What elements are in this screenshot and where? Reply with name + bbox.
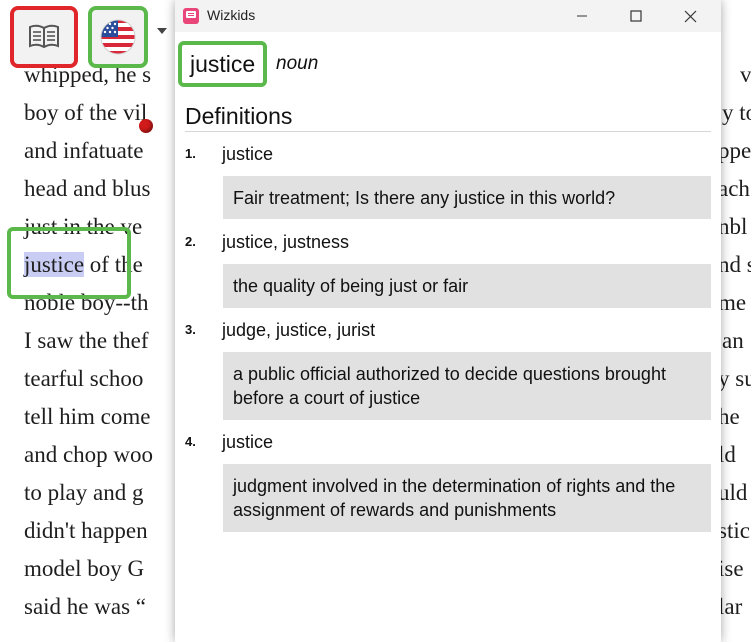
headword-box: justice [178,41,268,87]
selected-word-outline [7,227,131,299]
definition-number: 4. [185,434,196,449]
reader-line-text: model boy G [24,556,145,581]
reader-line-text: said he was “ [24,594,146,619]
reader-line-text: didn't happen [24,518,148,543]
caret-down-icon[interactable] [157,28,167,34]
definition-number: 2. [185,234,196,249]
definition-gloss: judgment involved in the determination o… [223,464,711,532]
minimize-icon [577,15,587,17]
reader-line-right: me [718,290,746,316]
part-of-speech: noun [276,53,319,74]
maximize-icon [630,10,642,22]
close-icon [684,10,696,22]
reader-line: said he was “ [24,594,146,620]
reader-line-text: y to [722,100,751,125]
definition-gloss: Fair treatment; Is there any justice in … [223,176,711,219]
headword: justice [190,50,256,77]
reader-line: model boy G [24,556,144,582]
reader-line-right: ppe [718,138,751,164]
reader-line-text: ppe [718,138,751,163]
definition-terms: justice [222,144,274,164]
reader-line-text: he [718,404,740,429]
app-logo-icon [183,8,199,24]
reader-line-text: I saw the thef [24,328,149,353]
definition-terms: justice, justness [222,232,350,252]
open-book-icon [29,24,59,49]
title-bar[interactable]: Wizkids [175,0,721,32]
reader-line-right: lar [718,594,742,620]
reader-line-right: ise [718,556,744,582]
reader-line-text: an [722,328,744,353]
reader-line: to play and g [24,480,143,506]
reader-line-text: to play and g [24,480,144,505]
reader-line-right: he [718,404,740,430]
close-button[interactable] [667,0,713,32]
reader-line-text: tell him come [24,404,151,429]
reader-line-right: y to [722,100,751,126]
reader-line: tell him come [24,404,150,430]
language-select-button[interactable] [88,6,148,68]
dictionary-window: Wizkids justice noun Definitions 1. just… [175,0,721,642]
reader-line-right: y su [718,366,751,392]
reader-line: and chop woo [24,442,153,468]
reader-line-text: y su [718,366,751,391]
reader-line-text: uld [718,480,748,505]
definition-gloss: the quality of being just or fair [223,264,711,308]
reader-line-text: ach [718,176,750,201]
reader-mode-button[interactable] [10,6,78,68]
reader-line-text: head and blus [24,176,151,201]
reader-line-text: ise [718,556,744,581]
minimize-button[interactable] [559,0,605,32]
reader-line: and infatuate [24,138,143,164]
reader-line-right: nd s [718,252,751,278]
reader-line-text: and infatuate [24,138,144,163]
definitions-heading: Definitions [185,103,293,129]
reader-line-text: lar [718,594,743,619]
reader-line-right: uld [718,480,747,506]
definition-number: 1. [185,146,196,161]
reader-line-right: ach [718,176,750,202]
reader-line-text: nbl [718,214,748,239]
reader-line-right: v [740,62,751,88]
pointer-dot-icon [139,119,153,133]
reader-line-text: boy of the vil [24,100,148,125]
reader-line-right: nbl [718,214,747,240]
reader-line: head and blus [24,176,150,202]
definition-terms: justice [222,432,274,452]
definition-terms: judge, justice, jurist [222,320,376,340]
maximize-button[interactable] [613,0,659,32]
reader-line: I saw the thef [24,328,149,354]
reader-line-right: stic [718,518,750,544]
reader-line-text: stic [718,518,750,543]
reader-line-text: nd s [718,252,751,277]
reader-line: didn't happen [24,518,148,544]
reader-line: boy of the vil [24,100,147,126]
definition-number: 3. [185,322,196,337]
reader-line-text: me [718,290,747,315]
reader-line-right: an [722,328,744,354]
us-flag-icon [100,19,136,55]
reader-line-text: tearful schoo [24,366,144,391]
divider [185,131,711,132]
reader-line-text: v [740,62,751,87]
reader-line-text: and chop woo [24,442,154,467]
window-title: Wizkids [207,7,256,23]
definition-gloss: a public official authorized to decide q… [223,352,711,420]
reader-line: tearful schoo [24,366,143,392]
